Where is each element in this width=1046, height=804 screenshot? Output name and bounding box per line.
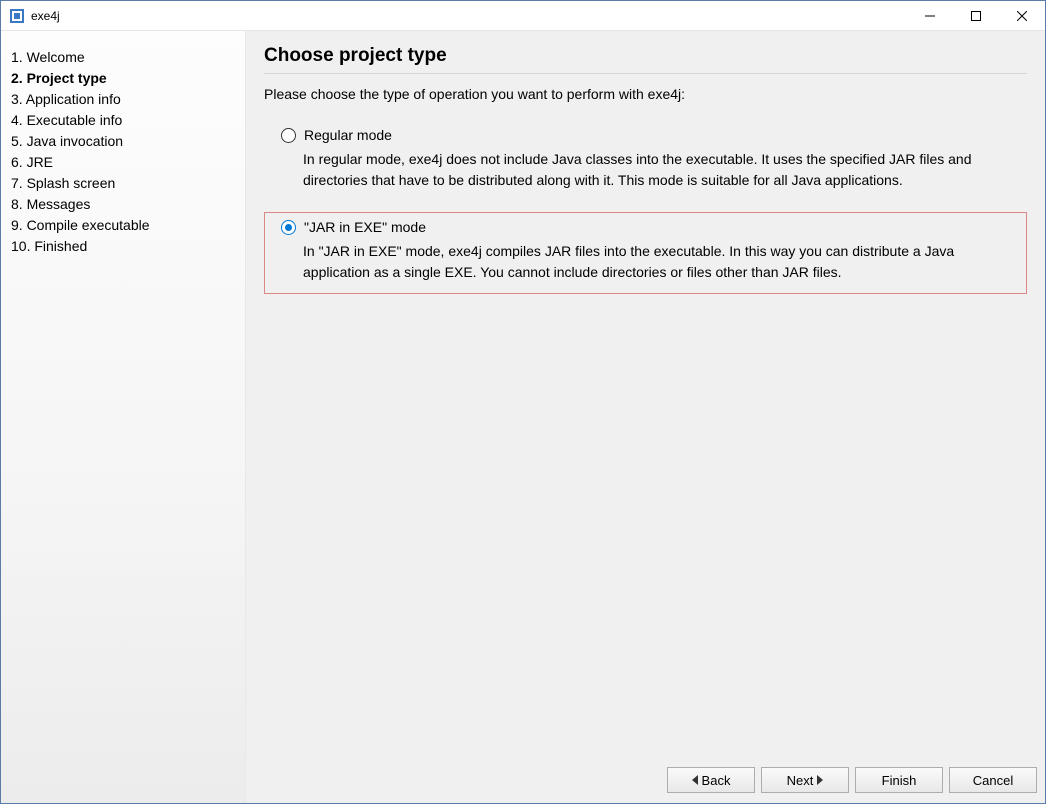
sidebar-watermark: exe4j [186,801,241,803]
arrow-right-icon [817,775,823,785]
sidebar-step-4[interactable]: 4. Executable info [1,110,245,131]
option-desc-0: In regular mode, exe4j does not include … [303,149,1016,191]
sidebar-step-5[interactable]: 5. Java invocation [1,131,245,152]
sidebar-step-6[interactable]: 6. JRE [1,152,245,173]
radio-1[interactable] [281,220,296,235]
cancel-button[interactable]: Cancel [949,767,1037,793]
page-intro: Please choose the type of operation you … [264,86,1027,102]
next-button-label: Next [787,773,814,788]
titlebar: exe4j [1,1,1045,31]
maximize-button[interactable] [953,1,999,30]
option-block-0: Regular mode In regular mode, exe4j does … [264,120,1027,202]
wizard-sidebar: 1. Welcome2. Project type3. Application … [1,31,246,803]
content-area: Choose project type Please choose the ty… [246,31,1045,763]
sidebar-step-1[interactable]: 1. Welcome [1,47,245,68]
minimize-button[interactable] [907,1,953,30]
sidebar-step-9[interactable]: 9. Compile executable [1,215,245,236]
sidebar-step-7[interactable]: 7. Splash screen [1,173,245,194]
cancel-button-label: Cancel [973,773,1013,788]
next-button[interactable]: Next [761,767,849,793]
close-icon [1017,11,1027,21]
option-block-1: "JAR in EXE" mode In "JAR in EXE" mode, e… [264,212,1027,294]
window-title: exe4j [31,9,907,23]
button-bar: Back Next Finish Cancel [246,763,1045,803]
window-body: 1. Welcome2. Project type3. Application … [1,31,1045,803]
back-button-label: Back [702,773,731,788]
app-icon [9,8,25,24]
option-label-0: Regular mode [304,127,392,143]
minimize-icon [925,11,935,21]
finish-button[interactable]: Finish [855,767,943,793]
sidebar-step-3[interactable]: 3. Application info [1,89,245,110]
option-head-0[interactable]: Regular mode [281,127,1016,143]
back-button[interactable]: Back [667,767,755,793]
arrow-left-icon [692,775,698,785]
sidebar-step-8[interactable]: 8. Messages [1,194,245,215]
main-panel: Choose project type Please choose the ty… [246,31,1045,803]
app-window: exe4j 1. Welcome2. Project type3. Applic… [0,0,1046,804]
page-title: Choose project type [264,45,1027,74]
option-label-1: "JAR in EXE" mode [304,219,426,235]
close-button[interactable] [999,1,1045,30]
option-desc-1: In "JAR in EXE" mode, exe4j compiles JAR… [303,241,1016,283]
option-head-1[interactable]: "JAR in EXE" mode [281,219,1016,235]
radio-0[interactable] [281,128,296,143]
maximize-icon [971,11,981,21]
sidebar-step-10[interactable]: 10. Finished [1,236,245,257]
radio-dot-icon [285,224,292,231]
window-controls [907,1,1045,30]
finish-button-label: Finish [882,773,917,788]
sidebar-step-2[interactable]: 2. Project type [1,68,245,89]
